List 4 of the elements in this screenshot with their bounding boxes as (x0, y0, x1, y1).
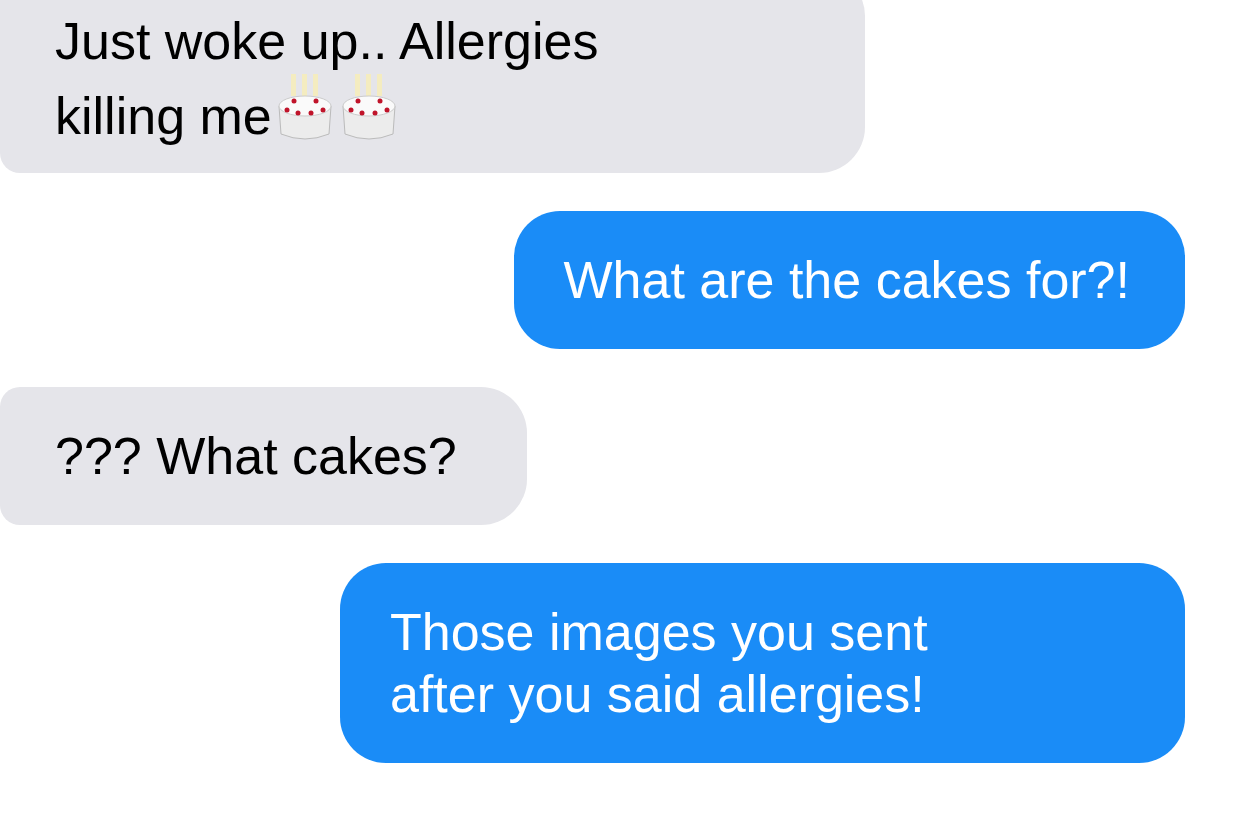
message-bubble: Just woke up.. Allergies killing me (0, 0, 865, 173)
message-bubble: What are the cakes for?! (513, 211, 1185, 349)
message-bubble: Those images you sent after you said allergies! (340, 563, 1185, 763)
message-bubble: ??? What cakes? (0, 387, 527, 525)
